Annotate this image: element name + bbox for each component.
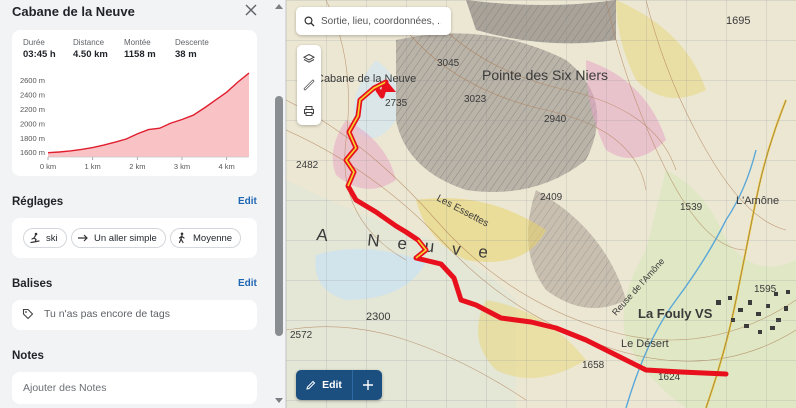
map-search-bar[interactable] [296,7,451,35]
y-tick-label: 1800 m [20,134,45,143]
search-icon [304,15,315,26]
panel-scrollbar[interactable] [272,0,285,408]
notes-title: Notes [12,350,44,362]
chip-label: Un aller simple [94,232,157,244]
map-tools [297,45,321,125]
elevation-label: 2572 [290,330,313,341]
arrow-right-icon [78,234,88,242]
notes-card[interactable]: Ajouter des Notes [12,372,257,404]
elevation-label: 2409 [540,192,563,203]
elevation-label: 3045 [437,58,460,69]
layers-icon [303,53,315,63]
map-search-input[interactable] [321,15,441,27]
label-place: L'Amône [736,195,779,207]
scroll-thumb[interactable] [275,96,283,336]
x-tick-label: 2 km [129,162,145,171]
layers-button[interactable] [297,46,321,72]
edit-route-button[interactable]: Edit [296,370,351,400]
elevation-profile-chart: 1600 m 1800 m 2000 m 2200 m 2400 m 2600 m 0 km… [20,72,250,171]
tags-empty-text: Tu n'as pas encore de tags [44,308,170,320]
y-tick-label: 1600 m [20,148,45,157]
elevation-label: 1595 [754,284,777,295]
stats-card: Durée 03:45 h Distance 4.50 km Montée 11… [12,30,257,176]
route-details-panel: Cabane de la Neuve Durée 03:45 h Distanc… [0,0,286,408]
panel-header: Cabane de la Neuve [0,0,272,26]
elevation-label: 2735 [385,98,408,109]
printer-icon [304,106,314,116]
pencil-icon [306,380,316,390]
label-town: La Fouly VS [638,306,713,321]
scroll-up-icon[interactable] [275,4,283,9]
tags-title: Balises [12,278,53,290]
elevation-label: 2940 [544,114,567,125]
notes-input[interactable]: Ajouter des Notes [23,382,106,394]
y-tick-label: 2200 m [20,105,45,114]
elevation-label: 2482 [296,160,319,171]
ruler-icon [303,79,315,91]
measure-button[interactable] [297,72,321,98]
chip-activity-ski[interactable]: ski [23,228,67,248]
elevation-label: 1695 [726,15,750,27]
print-button[interactable] [297,98,321,124]
y-tick-label: 2000 m [20,119,45,128]
close-icon[interactable] [243,2,259,18]
elevation-label: 2300 [366,311,390,323]
plus-icon [362,380,373,390]
x-tick-label: 3 km [174,162,190,171]
chip-difficulty[interactable]: Moyenne [170,228,242,248]
elevation-label: 1539 [680,202,703,213]
settings-card: ski Un aller simple Moyenne [12,218,257,258]
topographic-map[interactable]: Cabane de la Neuve Pointe des Six Niers … [286,0,796,408]
y-tick-label: 2600 m [20,76,45,85]
x-tick-label: 1 km [85,162,101,171]
label-peak: Pointe des Six Niers [482,67,608,83]
x-tick-label: 4 km [219,162,235,171]
tags-card[interactable]: Tu n'as pas encore de tags [12,300,257,330]
settings-edit-link[interactable]: Edit [238,196,257,207]
edit-route-label: Edit [322,379,342,391]
map-canvas[interactable]: Cabane de la Neuve Pointe des Six Niers … [286,0,796,408]
scroll-down-icon[interactable] [275,398,283,403]
settings-title: Réglages [12,196,64,208]
add-button[interactable] [352,370,382,400]
y-tick-label: 2400 m [20,91,45,100]
ski-icon [30,232,40,244]
elevation-label: 3023 [464,94,487,105]
tags-edit-link[interactable]: Edit [238,278,257,289]
x-tick-label: 0 km [40,162,56,171]
elevation-label: 1658 [582,360,605,371]
map-edit-bar: Edit [296,370,382,400]
chip-one-way[interactable]: Un aller simple [71,228,166,248]
route-title: Cabane de la Neuve [12,4,135,19]
elevation-area [48,73,249,157]
hiker-icon [178,232,185,244]
chip-label: ski [46,232,58,244]
tag-icon [22,308,34,320]
label-hut: Cabane de la Neuve [316,73,416,85]
label-place: Le Désert [621,338,669,350]
chip-label: Moyenne [193,232,233,244]
